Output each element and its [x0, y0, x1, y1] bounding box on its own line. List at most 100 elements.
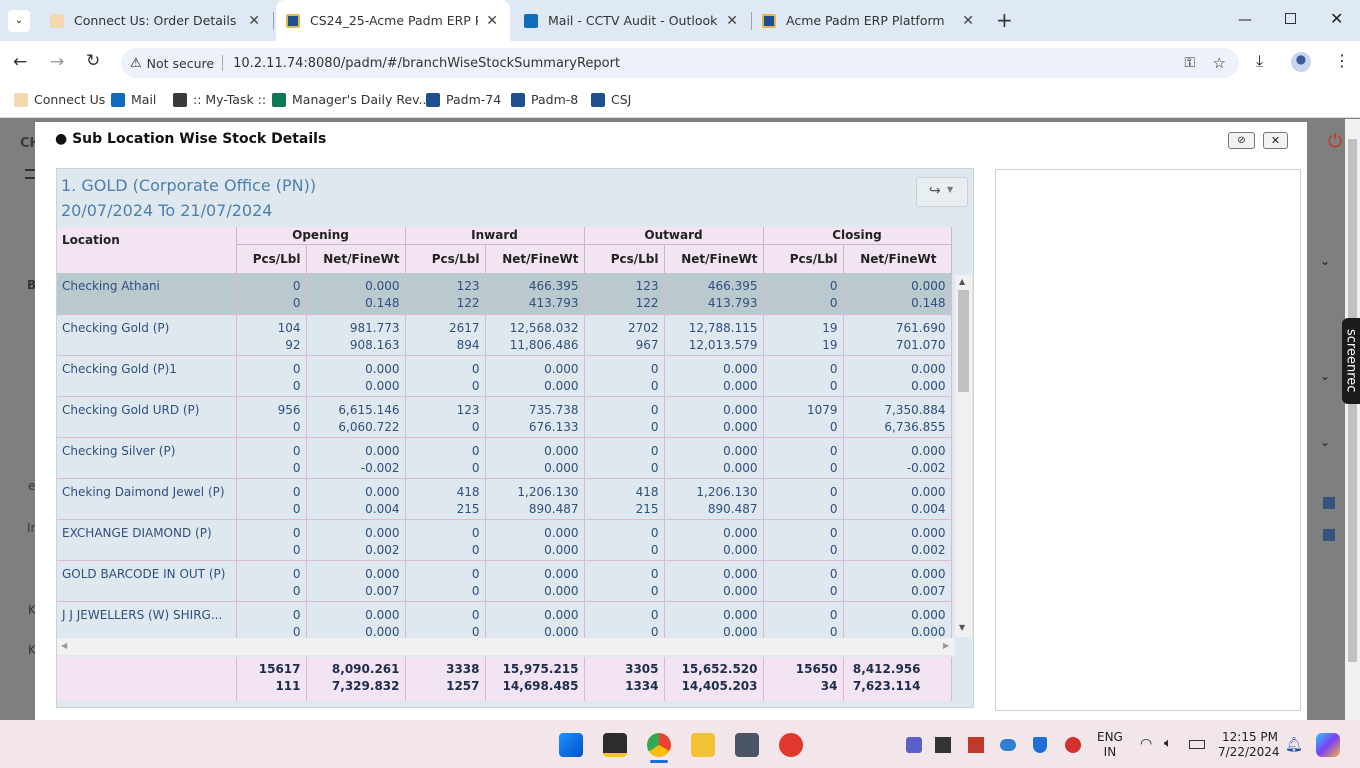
- restore-icon[interactable]: [1285, 13, 1296, 24]
- bookmarks-bar: Connect Us Mail :: My-Task :: Manager's …: [0, 84, 1360, 118]
- security-label[interactable]: Not secure: [147, 56, 214, 71]
- download-icon[interactable]: ⤓: [1256, 51, 1263, 71]
- outward-pcs-cell: 00: [584, 519, 665, 561]
- windows-start-icon[interactable]: [559, 733, 583, 757]
- padm-favicon-icon: [762, 13, 776, 28]
- bookmark-padm-74[interactable]: Padm-74: [426, 92, 501, 107]
- col-header-pcs: Pcs/Lbl: [584, 244, 665, 274]
- inward-pcs-cell: 123 122: [405, 273, 486, 315]
- language-indicator[interactable]: ENG IN: [1097, 730, 1123, 760]
- close-tab-icon[interactable]: ✕: [726, 13, 738, 29]
- bookmark-managers-daily[interactable]: Manager's Daily Rev...: [272, 92, 430, 107]
- closing-pcs-cell: 1079 0: [763, 396, 844, 438]
- table-row[interactable]: J J JEWELLERS (W) SHIRG... 0 0 0.000 0.000 0 0…: [57, 601, 952, 638]
- bookmark-star-icon[interactable]: ☆: [1213, 54, 1226, 72]
- scroll-up-icon[interactable]: ▲: [959, 277, 965, 286]
- tray-cloud-icon[interactable]: [1000, 739, 1016, 751]
- battery-icon[interactable]: [1189, 740, 1205, 749]
- table-row[interactable]: Checking Gold (P)1 0 0 0.000 0.000 0 0 0.000 0.0…: [57, 355, 952, 397]
- closing-wt-cell: 0.000 0.002: [843, 519, 952, 561]
- table-row[interactable]: EXCHANGE DIAMOND (P) 0 0 0.000 0.002 0 0 0.000 0…: [57, 519, 952, 561]
- bookmark-my-task[interactable]: :: My-Task ::: [173, 92, 266, 107]
- scroll-down-icon[interactable]: ▼: [959, 623, 965, 632]
- outward-pcs-cell: 2702 967: [584, 314, 665, 356]
- table-horizontal-scrollbar[interactable]: ◀ ▶: [57, 638, 955, 655]
- page-scrollbar[interactable]: [1345, 119, 1360, 720]
- outward-pcs-cell: 00: [584, 437, 665, 479]
- wps-office-icon[interactable]: [779, 733, 803, 757]
- modal-title: ● Sub Location Wise Stock Details: [55, 131, 327, 147]
- notification-bell-icon[interactable]: 🔔︎: [1285, 737, 1303, 753]
- tray-shield-icon[interactable]: [1033, 737, 1047, 753]
- outward-wt-cell: 0.000 0.000: [664, 560, 764, 602]
- scroll-right-icon[interactable]: ▶: [943, 641, 949, 650]
- close-tab-icon[interactable]: ✕: [248, 13, 260, 29]
- tab-connect-us[interactable]: Connect Us: Order Details ✕: [40, 0, 272, 41]
- forward-icon[interactable]: →: [50, 52, 64, 72]
- tab-search-button[interactable]: ⌄: [8, 10, 30, 32]
- reload-icon[interactable]: ↻: [86, 51, 100, 71]
- new-tab-button[interactable]: +: [996, 8, 1013, 32]
- tray-record-icon[interactable]: [1065, 737, 1081, 753]
- bookmark-connect-us[interactable]: Connect Us: [14, 92, 105, 107]
- clock[interactable]: 12:15 PM 7/22/2024: [1218, 730, 1280, 760]
- url-text[interactable]: 10.2.11.74:8080/padm/#/branchWiseStockSu…: [233, 56, 620, 71]
- outlook-icon: [111, 92, 125, 107]
- app-icon[interactable]: [735, 733, 759, 757]
- toggle-view-button[interactable]: ⊘: [1228, 132, 1255, 149]
- screenrec-widget[interactable]: screenrec: [1342, 318, 1360, 404]
- inward-wt-cell: 0.000 0.000: [485, 601, 585, 638]
- tab-acme-padm-platform[interactable]: Acme Padm ERP Platform 1.00 ✕: [752, 0, 986, 41]
- opening-wt-cell: 0.000 0.000: [306, 601, 406, 638]
- close-window-icon[interactable]: ✕: [1330, 9, 1343, 28]
- tab-acme-padm-active[interactable]: CS24_25-Acme Padm ERP Platfο ✕: [276, 0, 510, 41]
- minimize-icon[interactable]: —: [1238, 12, 1252, 28]
- opening-pcs-cell: 00: [236, 601, 307, 638]
- tray-app-icon[interactable]: [968, 737, 984, 753]
- close-tab-icon[interactable]: ✕: [962, 13, 974, 29]
- taskbar: [0, 720, 1360, 768]
- closing-pcs-cell: 00: [763, 273, 844, 315]
- bookmark-mail[interactable]: Mail: [111, 92, 156, 107]
- wifi-icon[interactable]: ◠: [1140, 736, 1152, 752]
- table-vertical-scrollbar[interactable]: ▲ ▼: [955, 275, 972, 637]
- power-icon: ⏻: [1328, 131, 1343, 152]
- bookmark-padm-8[interactable]: Padm-8: [511, 92, 578, 107]
- bullet-icon: ●: [55, 131, 68, 147]
- closing-pcs-cell: 00: [763, 355, 844, 397]
- table-row[interactable]: Checking Athani 0 0 0.000 0.148 123 122 466.395…: [57, 273, 952, 315]
- bookmark-csj[interactable]: CSJ: [591, 92, 631, 107]
- table-row[interactable]: Checking Gold (P) 104 92 981.773 908.163 2617…: [57, 314, 952, 356]
- notes-app-icon[interactable]: [603, 733, 627, 757]
- copilot-icon[interactable]: [1316, 733, 1340, 757]
- back-icon[interactable]: ←: [13, 52, 27, 72]
- file-explorer-icon[interactable]: [691, 733, 715, 757]
- total-inward-wt: 15,975.215 14,698.485: [485, 657, 585, 701]
- share-button[interactable]: ↪ ▼: [916, 177, 968, 207]
- table-row[interactable]: Checking Silver (P) 0 0 0.000 -0.002 0 0 0.000 0…: [57, 437, 952, 479]
- table-body: Checking Athani 0 0 0.000 0.148 123 122 466.395…: [57, 273, 952, 638]
- close-modal-button[interactable]: ✕: [1263, 132, 1288, 149]
- close-tab-icon[interactable]: ✕: [486, 13, 498, 29]
- password-key-icon[interactable]: ⚿: [1184, 55, 1195, 71]
- volume-icon[interactable]: 🔈︎: [1164, 736, 1172, 751]
- table-body-viewport[interactable]: Checking Athani 0 0 0.000 0.148 123 122 466.395…: [57, 273, 955, 638]
- address-bar[interactable]: ⚠ Not secure 10.2.11.74:8080/padm/#/bran…: [121, 48, 1239, 78]
- menu-icon[interactable]: ⋮: [1334, 51, 1350, 70]
- inward-wt-cell: 0.000 0.000: [485, 437, 585, 479]
- chevron-down-icon: ⌄: [1320, 254, 1331, 268]
- col-header-wt: Net/FineWt: [843, 244, 952, 274]
- tray-teams-icon[interactable]: [906, 737, 922, 753]
- location-cell: J J JEWELLERS (W) SHIRG...: [57, 601, 237, 638]
- tab-mail-outlook[interactable]: Mail - CCTV Audit - Outlook ✕: [514, 0, 750, 41]
- table-row[interactable]: GOLD BARCODE IN OUT (P) 0 0 0.000 0.007 0 0 0.0…: [57, 560, 952, 602]
- opening-pcs-cell: 00: [236, 560, 307, 602]
- scroll-thumb[interactable]: [958, 290, 969, 392]
- profile-icon[interactable]: ●: [1291, 52, 1311, 72]
- scroll-left-icon[interactable]: ◀: [61, 641, 67, 650]
- table-row[interactable]: Checking Gold URD (P) 956 0 6,615.146 6,060.…: [57, 396, 952, 438]
- chrome-icon[interactable]: [647, 733, 671, 757]
- closing-pcs-cell: 00: [763, 601, 844, 638]
- tray-app-icon[interactable]: [935, 737, 951, 753]
- table-row[interactable]: Cheking Daimond Jewel (P) 0 0 0.000 0.004 418…: [57, 478, 952, 520]
